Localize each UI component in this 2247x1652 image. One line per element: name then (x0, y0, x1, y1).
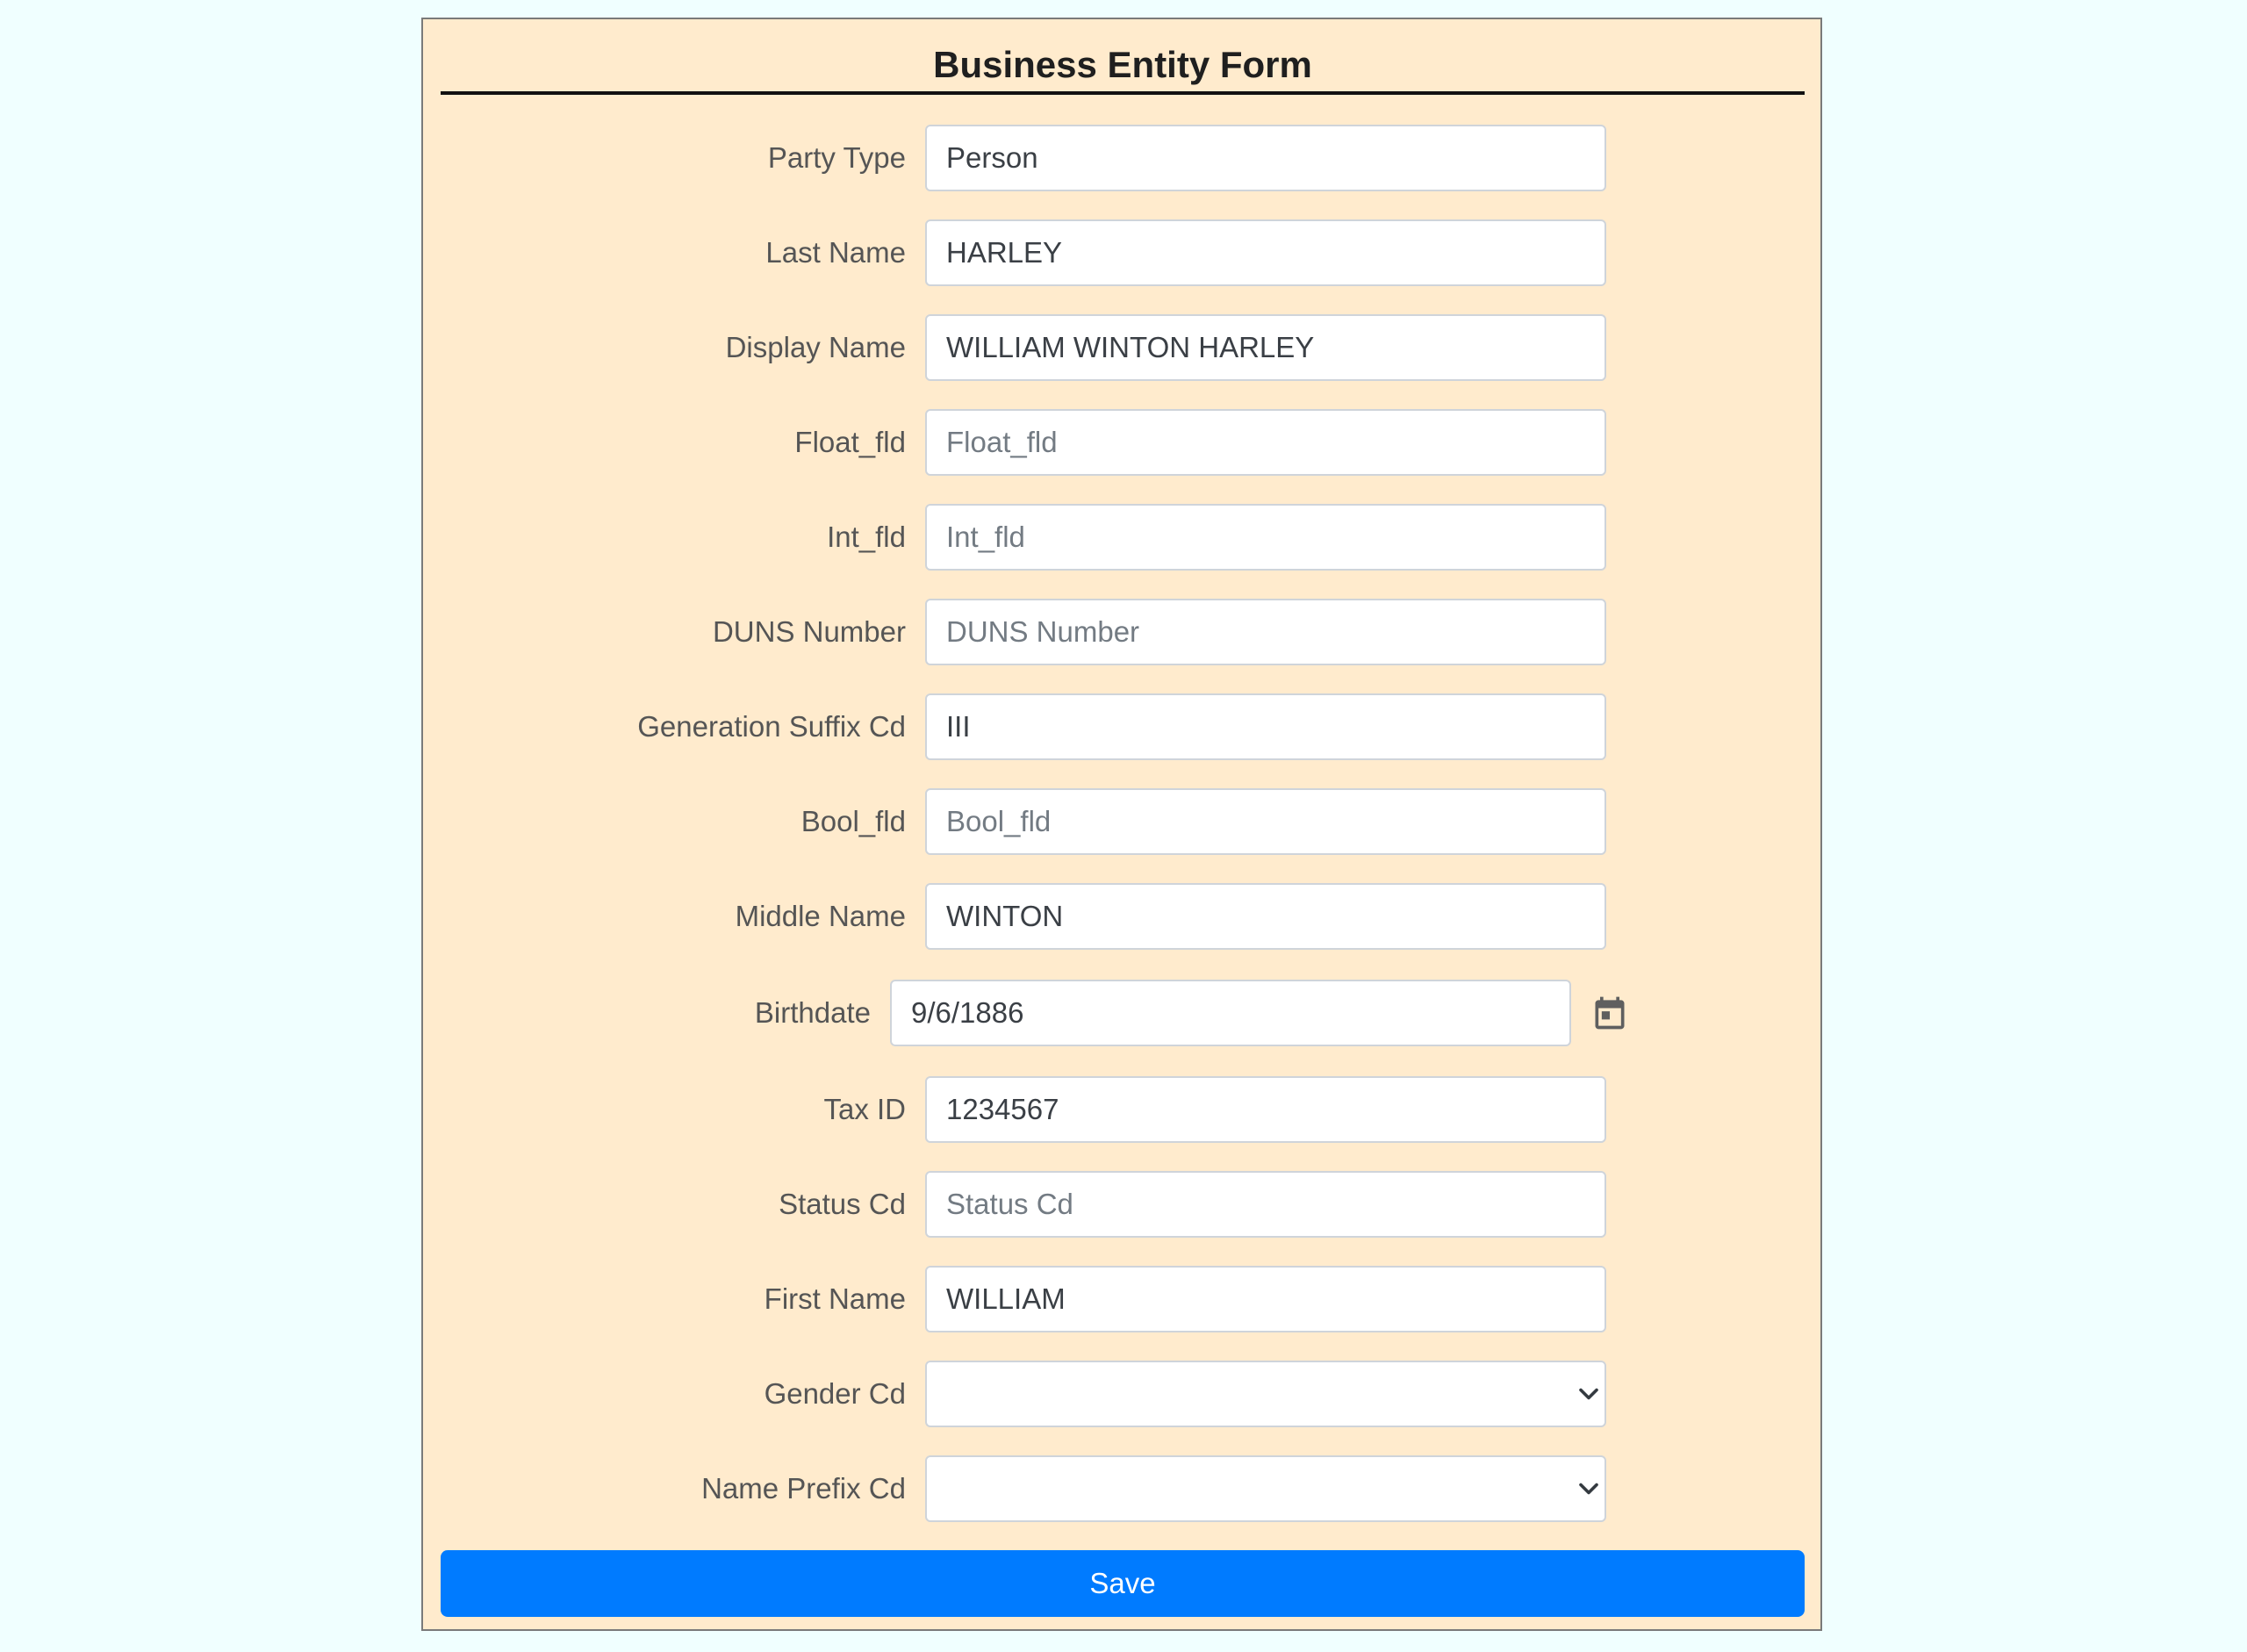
tax-id-input[interactable] (925, 1076, 1606, 1143)
gender-cd-select[interactable] (925, 1361, 1606, 1427)
float-fld-input[interactable] (925, 409, 1606, 476)
float-fld-label: Float_fld (794, 426, 906, 458)
row-display-name: Display Name (423, 314, 1824, 381)
row-tax-id: Tax ID (423, 1076, 1824, 1143)
first-name-label: First Name (764, 1282, 906, 1315)
row-party-type: Party Type (423, 125, 1824, 191)
row-duns-number: DUNS Number (423, 599, 1824, 665)
int-fld-label: Int_fld (827, 521, 906, 553)
display-name-input[interactable] (925, 314, 1606, 381)
row-status-cd: Status Cd (423, 1171, 1824, 1238)
business-entity-form: Business Entity Form Party Type Last Nam… (421, 18, 1822, 1631)
save-button[interactable]: Save (441, 1550, 1805, 1617)
bool-fld-label: Bool_fld (800, 805, 906, 837)
gender-cd-label: Gender Cd (764, 1377, 906, 1410)
bool-fld-input[interactable] (925, 788, 1606, 855)
calendar-icon[interactable] (1590, 994, 1629, 1032)
form-title: Business Entity Form (933, 44, 1312, 85)
party-type-input[interactable] (925, 125, 1606, 191)
duns-number-label: DUNS Number (712, 615, 906, 648)
duns-number-input[interactable] (925, 599, 1606, 665)
row-float-fld: Float_fld (423, 409, 1824, 476)
first-name-input[interactable] (925, 1266, 1606, 1332)
row-gender-cd: Gender Cd (423, 1361, 1824, 1427)
row-first-name: First Name (423, 1266, 1824, 1332)
row-middle-name: Middle Name (423, 883, 1824, 950)
name-prefix-cd-select[interactable] (925, 1455, 1606, 1522)
row-birthdate: Birthdate (423, 980, 1824, 1046)
last-name-label: Last Name (765, 236, 906, 269)
middle-name-label: Middle Name (735, 900, 906, 932)
generation-suffix-input[interactable] (925, 693, 1606, 760)
birthdate-label: Birthdate (754, 996, 871, 1029)
int-fld-input[interactable] (925, 504, 1606, 571)
tax-id-label: Tax ID (823, 1093, 906, 1125)
middle-name-input[interactable] (925, 883, 1606, 950)
last-name-input[interactable] (925, 219, 1606, 286)
status-cd-label: Status Cd (779, 1188, 906, 1220)
name-prefix-cd-label: Name Prefix Cd (701, 1472, 906, 1505)
generation-suffix-label: Generation Suffix Cd (637, 710, 906, 743)
row-last-name: Last Name (423, 219, 1824, 286)
display-name-label: Display Name (725, 331, 906, 363)
title-divider (441, 91, 1805, 95)
party-type-label: Party Type (767, 141, 906, 174)
birthdate-input[interactable] (890, 980, 1571, 1046)
row-name-prefix-cd: Name Prefix Cd (423, 1455, 1824, 1522)
row-int-fld: Int_fld (423, 504, 1824, 571)
status-cd-input[interactable] (925, 1171, 1606, 1238)
row-bool-fld: Bool_fld (423, 788, 1824, 855)
row-generation-suffix: Generation Suffix Cd (423, 693, 1824, 760)
